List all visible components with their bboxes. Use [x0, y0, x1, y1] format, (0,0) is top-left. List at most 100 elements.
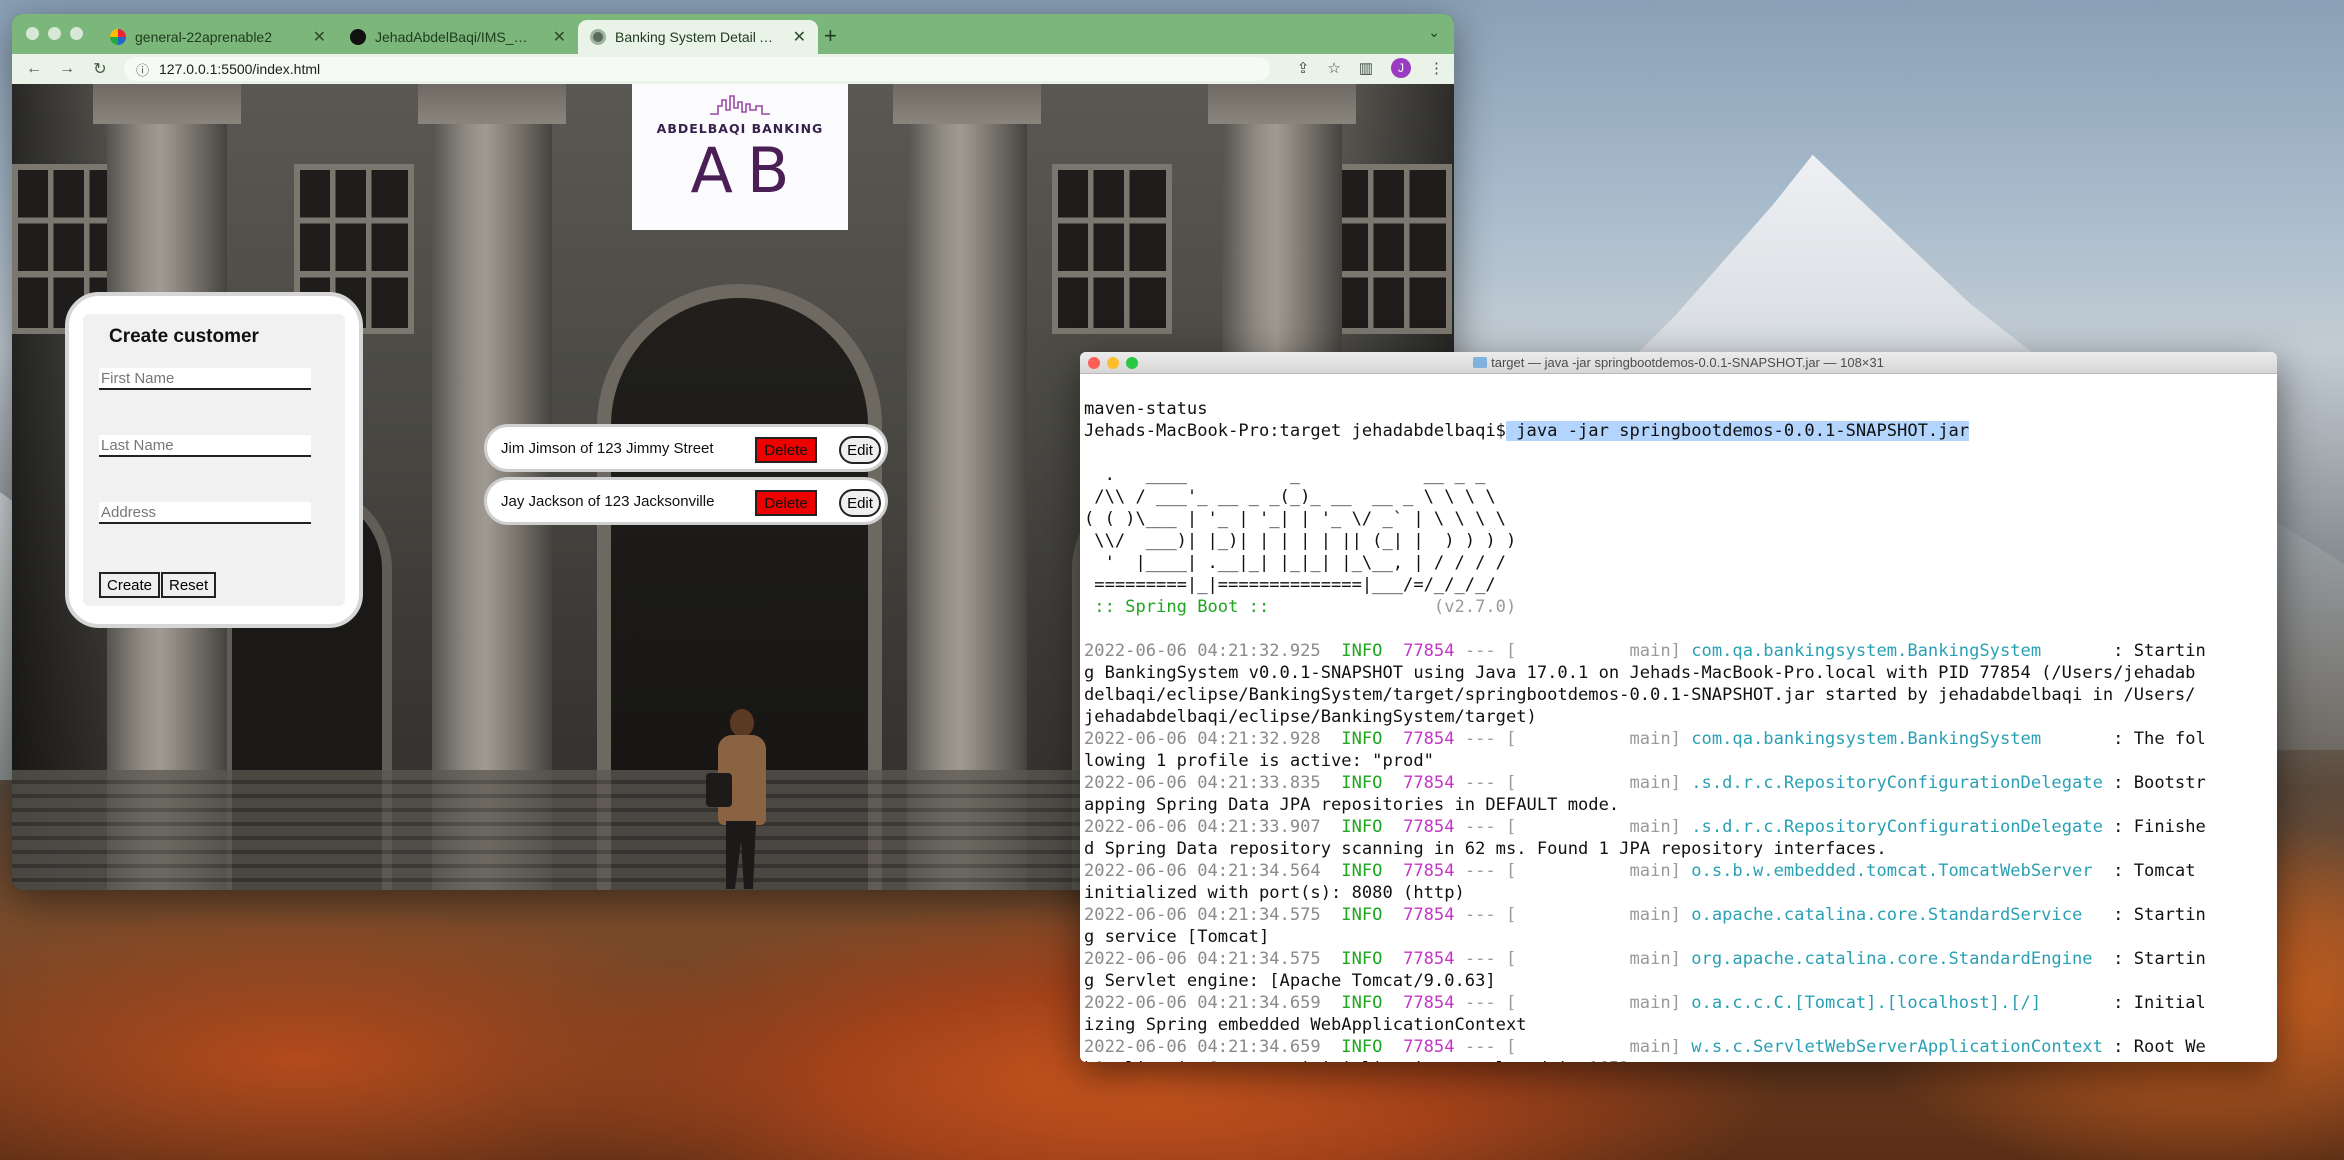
log-continuation: delbaqi/eclipse/BankingSystem/target/spr… — [1084, 685, 2196, 705]
tab-banking[interactable]: Banking System Detail Access ✕ — [578, 20, 818, 54]
url-field[interactable]: ⓘ 127.0.0.1:5500/index.html — [124, 57, 1270, 81]
close-tab-icon[interactable]: ✕ — [553, 27, 566, 47]
log-pid: 77854 — [1403, 1037, 1455, 1057]
bg-window — [1052, 164, 1172, 334]
log-thread: --- [ main] — [1454, 905, 1692, 925]
log-continuation: g service [Tomcat] — [1084, 927, 1270, 947]
side-panel-icon[interactable]: ▥ — [1359, 59, 1373, 77]
log-message: : Startin — [2102, 949, 2206, 969]
back-arrow-icon[interactable]: ← — [26, 60, 42, 78]
url-text: 127.0.0.1:5500/index.html — [159, 61, 321, 77]
log-logger: o.a.c.c.C.[Tomcat].[localhost].[/] — [1691, 993, 2103, 1013]
customer-row: Jay Jackson of 123 Jacksonville Delete E… — [484, 477, 888, 525]
banner-line: ' |____| .__|_| |_|_| |_\__, | / / / / — [1084, 553, 1506, 573]
forward-arrow-icon[interactable]: → — [59, 60, 75, 78]
address-input[interactable] — [99, 502, 311, 524]
toolbar-icons: ⇪ ☆ ▥ J ⋮ — [1297, 58, 1444, 78]
bg-person — [706, 709, 772, 889]
log-thread: --- [ main] — [1454, 641, 1692, 661]
log-timestamp: 2022-06-06 04:21:32.925 — [1084, 641, 1321, 661]
log-entry: 2022-06-06 04:21:34.575 INFO 77854 --- [… — [1084, 948, 2273, 970]
address-bar-row: ← → ↻ ⓘ 127.0.0.1:5500/index.html ⇪ ☆ ▥ … — [12, 54, 1454, 84]
log-continuation: bApplicationContext: initialization comp… — [1084, 1058, 2273, 1062]
card-inner — [83, 314, 345, 606]
delete-button[interactable]: Delete — [755, 490, 817, 516]
last-name-input[interactable] — [99, 435, 311, 457]
edit-button[interactable]: Edit — [839, 436, 881, 464]
create-button[interactable]: Create — [99, 572, 161, 598]
minimize-window-button[interactable] — [48, 27, 61, 40]
log-message: : The fol — [2102, 729, 2206, 749]
log-continuation: g Servlet engine: [Apache Tomcat/9.0.63] — [1084, 971, 1496, 991]
reload-icon[interactable]: ↻ — [92, 59, 108, 79]
log-message: : Bootstr — [2102, 773, 2206, 793]
log-entry: 2022-06-06 04:21:32.928 INFO 77854 --- [… — [1084, 728, 2273, 750]
tab-title: general-22aprenable2 — [135, 29, 272, 45]
maximize-window-button[interactable] — [70, 27, 83, 40]
new-tab-button[interactable]: + — [824, 23, 837, 49]
tab-search-chevron-icon[interactable]: ⌄ — [1428, 24, 1440, 41]
prompt-text: Jehads-MacBook-Pro:target jehadabdelbaqi… — [1084, 421, 1506, 441]
log-pid: 77854 — [1403, 949, 1455, 969]
spring-version: (v2.7.0) — [1279, 597, 1517, 617]
log-thread: --- [ main] — [1454, 817, 1692, 837]
terminal-output[interactable]: maven-status Jehads-MacBook-Pro:target je… — [1080, 374, 2277, 1062]
log-thread: --- [ main] — [1454, 993, 1692, 1013]
log-message: : Startin — [2102, 905, 2206, 925]
log-message: : Root We — [2102, 1037, 2206, 1057]
log-pid: 77854 — [1403, 641, 1455, 661]
banner-line: \\/ ___)| |_)| | | | | || (_| | ) ) ) ) — [1084, 531, 1517, 551]
tab-bar: general-22aprenable2 ✕ JehadAbdelBaqi/IM… — [12, 14, 1454, 54]
close-tab-icon[interactable]: ✕ — [313, 27, 326, 47]
log-logger: org.apache.catalina.core.StandardEngine — [1691, 949, 2103, 969]
more-menu-icon[interactable]: ⋮ — [1429, 59, 1444, 77]
log-continuation: g BankingSystem v0.0.1-SNAPSHOT using Ja… — [1084, 663, 2196, 683]
terminal-title: target — java -jar springbootdemos-0.0.1… — [1491, 355, 1884, 370]
create-customer-card: Create customer Create Reset — [65, 292, 363, 628]
bookmark-star-icon[interactable]: ☆ — [1327, 59, 1340, 77]
log-pid: 77854 — [1403, 729, 1455, 749]
log-level: INFO — [1341, 641, 1383, 661]
bank-logo: ABDELBAQI BANKING AB — [632, 84, 848, 230]
log-level: INFO — [1341, 861, 1383, 881]
share-icon[interactable]: ⇪ — [1297, 59, 1310, 77]
folder-icon — [1473, 357, 1488, 368]
log-level: INFO — [1341, 905, 1383, 925]
log-logger: com.qa.bankingsystem.BankingSystem — [1691, 641, 2103, 661]
terminal-close-button[interactable] — [1088, 357, 1100, 369]
form-title: Create customer — [109, 326, 259, 347]
tab-general[interactable]: general-22aprenable2 ✕ — [98, 20, 338, 54]
command-text: java -jar springbootdemos-0.0.1-SNAPSHOT… — [1505, 421, 1970, 441]
log-logger: .s.d.r.c.RepositoryConfigurationDelegate — [1691, 773, 2103, 793]
log-level: INFO — [1341, 993, 1383, 1013]
log-timestamp: 2022-06-06 04:21:33.835 — [1084, 773, 1321, 793]
customer-row: Jim Jimson of 123 Jimmy Street Delete Ed… — [484, 424, 888, 472]
log-level: INFO — [1341, 949, 1383, 969]
reset-button[interactable]: Reset — [161, 572, 217, 598]
chat-icon — [110, 29, 126, 45]
terminal-minimize-button[interactable] — [1107, 357, 1119, 369]
delete-button[interactable]: Delete — [755, 437, 817, 463]
terminal-zoom-button[interactable] — [1126, 357, 1138, 369]
log-timestamp: 2022-06-06 04:21:34.575 — [1084, 949, 1321, 969]
log-message: : Finishe — [2102, 817, 2206, 837]
site-info-icon[interactable]: ⓘ — [136, 60, 149, 79]
log-pid: 77854 — [1403, 905, 1455, 925]
terminal-window: target — java -jar springbootdemos-0.0.1… — [1080, 352, 2277, 1062]
spring-label: :: Spring Boot :: — [1084, 597, 1280, 617]
profile-avatar[interactable]: J — [1391, 58, 1411, 78]
log-timestamp: 2022-06-06 04:21:34.564 — [1084, 861, 1321, 881]
log-thread: --- [ main] — [1454, 861, 1692, 881]
edit-button[interactable]: Edit — [839, 489, 881, 517]
spring-boot-line: :: Spring Boot :: (v2.7.0) — [1084, 596, 2273, 618]
log-message: : Startin — [2102, 641, 2206, 661]
log-entry: 2022-06-06 04:21:34.575 INFO 77854 --- [… — [1084, 904, 2273, 926]
log-level: INFO — [1341, 817, 1383, 837]
log-lines: 2022-06-06 04:21:32.925 INFO 77854 --- [… — [1084, 640, 2273, 1062]
close-tab-icon[interactable]: ✕ — [793, 27, 806, 47]
log-timestamp: 2022-06-06 04:21:33.907 — [1084, 817, 1321, 837]
first-name-input[interactable] — [99, 368, 311, 390]
tab-github[interactable]: JehadAbdelBaqi/IMS_PROJECT ✕ — [338, 20, 578, 54]
log-thread: --- [ main] — [1454, 729, 1692, 749]
close-window-button[interactable] — [26, 27, 39, 40]
